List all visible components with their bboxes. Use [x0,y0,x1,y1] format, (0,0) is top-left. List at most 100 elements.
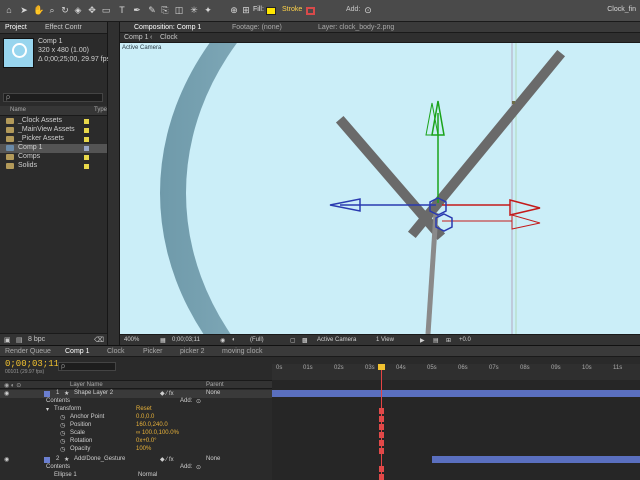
tab-clock[interactable]: Clock [107,348,125,355]
flowchart-icon[interactable]: ⊞ [446,337,451,344]
expand-icon[interactable]: ▾ [46,406,49,413]
layer-duration-bar[interactable] [432,456,640,463]
property-value[interactable]: 0x+0.0° [136,438,157,444]
timeline-icon[interactable]: ▤ [433,337,439,344]
exposure-value[interactable]: +0.0 [459,337,471,343]
property-value[interactable]: 160.0,240.0 [136,422,168,428]
zoom-icon[interactable]: ⌕ [46,4,58,17]
layer-property[interactable]: ◷ Position 160.0,240.0 [0,422,272,430]
layer-switches[interactable]: ◆ ⁄ fx [160,456,174,463]
parent-select[interactable]: None [206,390,220,396]
blend-mode-select[interactable]: Normal [138,472,157,478]
layer-property[interactable]: ◷ Anchor Point 0.0,0.0 [0,414,272,422]
stroke-label[interactable]: Stroke [282,6,302,13]
grid-icon[interactable]: ▦ [160,337,166,344]
tab-layer[interactable]: Layer: clock_body-2.png [318,24,394,31]
add-label[interactable]: Add: [346,6,360,13]
roi-icon[interactable]: ▢ [290,337,296,344]
time-ruler[interactable]: 0s 01s 02s 03s 04s 05s 06s 07s 08s 09s 1… [272,364,640,380]
layer-row[interactable]: ◉ 1 ★ Shape Layer 2 ◆ ⁄ fx None [0,390,272,398]
fill-swatch[interactable] [266,7,276,15]
reset-link[interactable]: Reset [136,406,152,412]
list-item[interactable]: Comps [0,153,107,162]
project-search-input[interactable]: ρ [3,93,103,102]
tab-composition[interactable]: Composition: Comp 1 [134,24,201,31]
current-time-indicator-head[interactable] [378,364,385,370]
stroke-swatch[interactable] [306,7,315,15]
snap-icon[interactable]: ⊕ [228,4,240,17]
camera-select[interactable]: Active Camera [317,337,356,343]
views-select[interactable]: 1 View [376,337,394,343]
breadcrumb-item[interactable]: Clock [160,34,178,41]
tab-moving-clock[interactable]: moving clock [222,348,262,355]
property-value[interactable]: 0.0,0.0 [136,414,154,420]
tab-picker[interactable]: Picker [143,348,162,355]
layer-property[interactable]: ◷ Opacity 100% [0,446,272,454]
new-folder-icon[interactable]: ▤ [16,336,23,344]
zoom-select[interactable]: 400% [124,337,139,343]
layer-name[interactable]: Shape Layer 2 [74,390,113,396]
text-icon[interactable]: T [116,4,128,17]
current-time-indicator[interactable] [381,364,382,480]
stopwatch-icon[interactable]: ◷ [60,422,65,429]
parent-select[interactable]: None [206,456,220,462]
rectangle-icon[interactable]: ▭ [100,4,112,17]
camera-icon[interactable]: ◈ [72,4,84,17]
stopwatch-icon[interactable]: ◷ [60,414,65,421]
hand-icon[interactable]: ✋ [33,4,45,17]
selection-icon[interactable]: ➤ [18,4,30,17]
fast-preview-icon[interactable]: ▶ [420,337,425,344]
rotate-icon[interactable]: ↻ [59,4,71,17]
clone-icon[interactable]: ⎘ [159,4,171,17]
layer-switches[interactable]: ◆ ⁄ fx [160,390,174,397]
visibility-icon[interactable]: ◉ [4,390,9,397]
layer-row[interactable]: ◉ 2 ★ Add/Done_Gesture ◆ ⁄ fx None [0,456,272,464]
header-name[interactable]: Name [10,107,26,113]
layer-property[interactable]: ▾ Transform Reset [0,406,272,414]
transparency-grid-icon[interactable]: ▩ [302,337,308,344]
snapshot-icon[interactable]: ◉ [220,337,225,344]
add-icon[interactable]: ⊙ [362,4,374,17]
label-color[interactable] [44,457,50,463]
tab-effect-controls[interactable]: Effect Contr [45,24,82,31]
add-icon[interactable]: ⊙ [196,398,201,405]
current-time[interactable]: 0;00;03;11 [5,359,59,369]
timecode-button[interactable]: 0;00;03;11 [172,337,200,343]
layer-property[interactable]: ◷ Scale ∞ 100.0,100.0% [0,430,272,438]
breadcrumb-item[interactable]: Comp 1 [124,34,149,41]
add-icon[interactable]: ⊙ [196,464,201,471]
header-type[interactable]: Type [94,107,107,113]
header-parent[interactable]: Parent [206,382,224,388]
tab-comp-1[interactable]: Comp 1 [65,348,90,355]
stopwatch-icon[interactable]: ◷ [60,438,65,445]
layer-property[interactable]: ◷ Rotation 0x+0.0° [0,438,272,446]
layer-property[interactable]: Contents Add: ⊙ [0,398,272,406]
timeline-search-input[interactable]: ρ [58,362,116,371]
tab-picker-2[interactable]: picker 2 [180,348,205,355]
layer-name[interactable]: Add/Done_Gesture [74,456,125,462]
list-item[interactable]: Solids [0,162,107,171]
interpret-footage-icon[interactable]: ▣ [4,336,11,344]
list-item[interactable]: _Clock Assets [0,117,107,126]
eraser-icon[interactable]: ◫ [173,4,185,17]
puppet-icon[interactable]: ✦ [202,4,214,17]
align-icon[interactable]: ⊞ [240,4,252,17]
list-item[interactable]: Comp 1 [0,144,107,153]
list-item[interactable]: _Picker Assets [0,135,107,144]
roto-icon[interactable]: ✳ [188,4,200,17]
add-property-button[interactable]: Add: [180,464,192,470]
visibility-icon[interactable]: ◉ [4,456,9,463]
tab-project[interactable]: Project [5,24,27,31]
header-layer-name[interactable]: Layer Name [70,382,103,388]
resolution-select[interactable]: (Full) [250,337,264,343]
layer-property[interactable]: Ellipse 1 Normal [0,472,272,480]
list-item[interactable]: _MainView Assets [0,126,107,135]
tab-render-queue[interactable]: Render Queue [5,348,51,355]
bpc-button[interactable]: 8 bpc [28,336,45,343]
pen-icon[interactable]: ✒ [131,4,143,17]
layer-duration-bar[interactable] [272,390,640,397]
property-value[interactable]: 100% [136,446,151,452]
stopwatch-icon[interactable]: ◷ [60,430,65,437]
layer-property[interactable]: Contents Add: ⊙ [0,464,272,472]
stopwatch-icon[interactable]: ◷ [60,446,65,453]
